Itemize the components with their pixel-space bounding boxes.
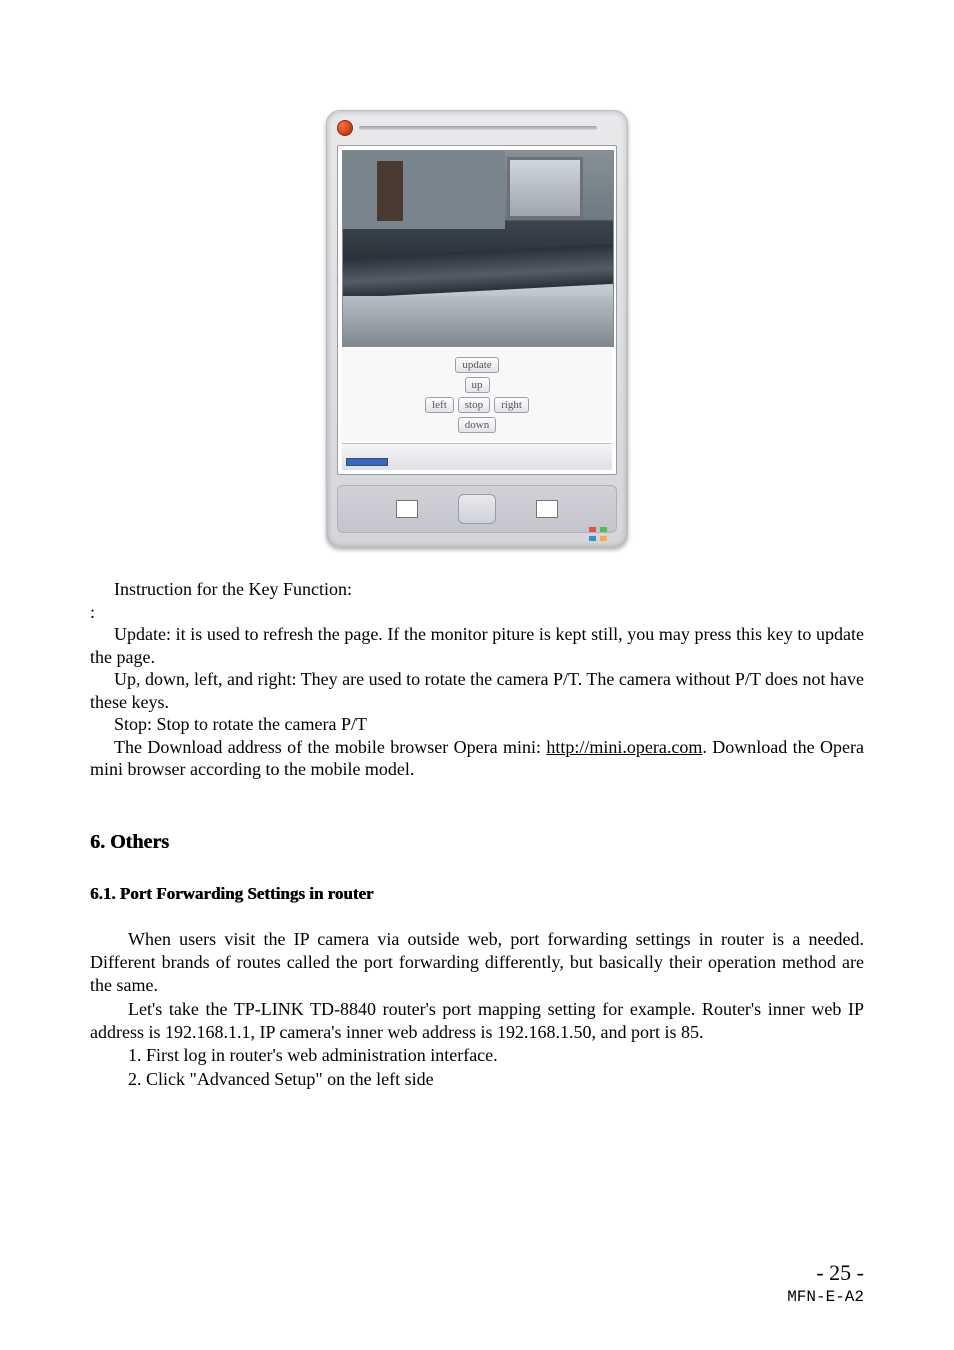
softkey-bar — [337, 485, 617, 533]
controls-panel: update up left stop right down — [342, 347, 612, 441]
right-softkey-icon — [536, 500, 558, 518]
p61-1: When users visit the IP camera via outsi… — [90, 928, 864, 998]
page-number: - 25 - — [787, 1260, 864, 1286]
p61-li1: 1. First log in router's web administrat… — [128, 1044, 864, 1067]
doc-code: MFN-E-A2 — [787, 1288, 864, 1306]
instruction-dirs: Up, down, left, and right: They are used… — [90, 668, 864, 713]
colon-line: : — [90, 601, 864, 624]
device-screen: update up left stop right down — [337, 145, 617, 475]
instruction-update: Update: it is used to refresh the page. … — [90, 623, 864, 668]
section-6-1-body: When users visit the IP camera via outsi… — [90, 928, 864, 1092]
scrollbar-area — [342, 443, 612, 470]
earpiece-icon — [359, 126, 597, 130]
stop-button[interactable]: stop — [458, 397, 490, 413]
instruction-heading: Instruction for the Key Function: — [90, 578, 864, 601]
camera-snapshot — [342, 150, 614, 347]
opera-link[interactable]: http://mini.opera.com — [546, 737, 702, 757]
dpad-icon — [458, 494, 496, 524]
section-6-heading: 6. Others — [90, 831, 864, 854]
right-button[interactable]: right — [494, 397, 529, 413]
windows-logo-icon — [589, 527, 607, 541]
left-button[interactable]: left — [425, 397, 454, 413]
instruction-download: The Download address of the mobile brows… — [90, 736, 864, 781]
down-button[interactable]: down — [458, 417, 496, 433]
update-button[interactable]: update — [455, 357, 498, 373]
device-figure: update up left stop right down — [90, 110, 864, 548]
power-icon — [337, 120, 353, 136]
p61-2: Let's take the TP-LINK TD-8840 router's … — [90, 998, 864, 1045]
instruction-block: Instruction for the Key Function: : Upda… — [90, 578, 864, 781]
p61-li2: 2. Click "Advanced Setup" on the left si… — [128, 1068, 864, 1091]
section-6-1-heading: 6.1. Port Forwarding Settings in router — [90, 884, 864, 904]
device-top-bar — [337, 119, 617, 137]
download-prefix: The Download address of the mobile brows… — [114, 737, 546, 757]
left-softkey-icon — [396, 500, 418, 518]
up-button[interactable]: up — [465, 377, 490, 393]
instruction-stop: Stop: Stop to rotate the camera P/T — [90, 713, 864, 736]
page-footer: - 25 - MFN-E-A2 — [787, 1260, 864, 1306]
pda-device: update up left stop right down — [326, 110, 628, 548]
